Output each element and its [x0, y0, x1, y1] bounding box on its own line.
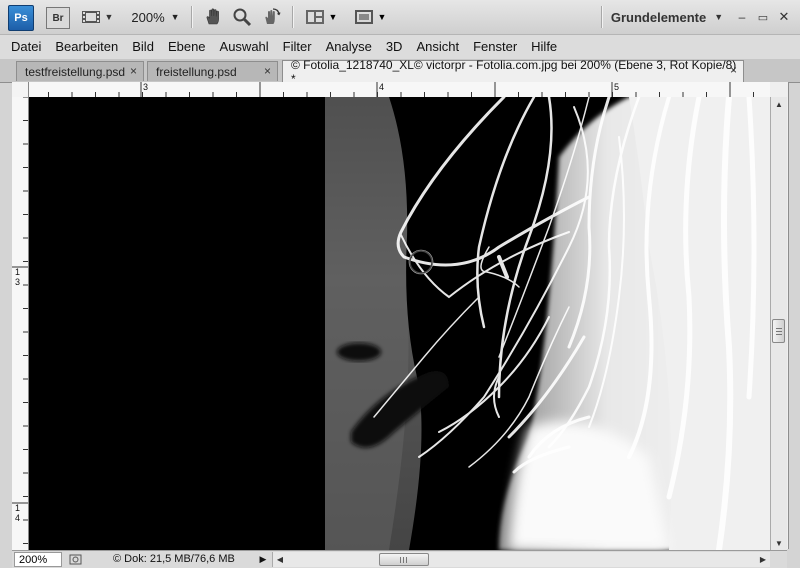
- resize-grip[interactable]: [770, 552, 786, 567]
- menu-auswahl[interactable]: Auswahl: [213, 35, 276, 59]
- chevron-down-icon: ▼: [714, 12, 724, 22]
- zoom-level-dropdown[interactable]: 200% ▼: [128, 8, 183, 26]
- chevron-down-icon[interactable]: ▼: [104, 9, 114, 25]
- ruler-ticks: [12, 97, 28, 544]
- toolbar-separator: [601, 6, 603, 28]
- menu-filter[interactable]: Filter: [276, 35, 319, 59]
- ruler-ticks: [48, 82, 754, 97]
- tab-label: freistellung.psd: [156, 64, 237, 79]
- hand-icon[interactable]: [202, 6, 224, 28]
- menu-ebene[interactable]: Ebene: [161, 35, 213, 59]
- horizontal-scroll-thumb[interactable]: [379, 553, 429, 566]
- tab-fotolia-active[interactable]: © Fotolia_1218740_XL© victorpr - Fotolia…: [282, 58, 744, 86]
- tab-freistellung[interactable]: freistellung.psd ×: [147, 61, 278, 81]
- menu-hilfe[interactable]: Hilfe: [524, 35, 564, 59]
- chevron-down-icon[interactable]: ▼: [328, 9, 338, 25]
- menu-3d[interactable]: 3D: [379, 35, 410, 59]
- document-tab-bar: testfreistellung.psd × freistellung.psd …: [0, 58, 800, 86]
- toolbar-separator: [292, 6, 294, 28]
- close-icon[interactable]: ×: [730, 63, 737, 77]
- vertical-scroll-thumb[interactable]: [772, 319, 785, 343]
- status-info-icon[interactable]: [67, 552, 83, 567]
- ruler-origin[interactable]: [12, 82, 29, 98]
- ruler-label: 1: [15, 267, 21, 277]
- application-bar: Ps Br ▼ 200% ▼ ▼ ▼ Grundelemente ▼ – ▭ ✕: [0, 0, 800, 35]
- scroll-up-icon[interactable]: ▲: [771, 97, 787, 111]
- toolbar-separator: [191, 6, 193, 28]
- arrange-documents-icon[interactable]: [304, 8, 326, 26]
- menu-analyse[interactable]: Analyse: [319, 35, 379, 59]
- image-canvas[interactable]: [29, 97, 770, 550]
- photoshop-logo[interactable]: Ps: [8, 5, 34, 31]
- vertical-scrollbar[interactable]: ▲ ▼: [770, 97, 787, 550]
- menu-datei[interactable]: Datei: [0, 35, 48, 59]
- tab-testfreistellung[interactable]: testfreistellung.psd ×: [16, 61, 144, 81]
- ruler-label: 4: [379, 82, 385, 92]
- magnifier-icon[interactable]: [231, 6, 253, 28]
- vertical-ruler[interactable]: 1 3 1 4: [12, 97, 29, 550]
- ruler-label: 3: [143, 82, 149, 92]
- workspace-name: Grundelemente: [610, 9, 707, 25]
- close-icon[interactable]: ×: [264, 64, 271, 78]
- ruler-label: 1: [15, 503, 21, 513]
- workspace-switcher[interactable]: Grundelemente ▼: [610, 8, 724, 26]
- screen-mode-icon[interactable]: [353, 8, 375, 26]
- scroll-down-icon[interactable]: ▼: [771, 536, 787, 550]
- menu-fenster[interactable]: Fenster: [466, 35, 524, 59]
- hair-photo-channel: [29, 97, 770, 550]
- close-button[interactable]: ✕: [776, 9, 792, 25]
- horizontal-ruler[interactable]: 3 4 5: [29, 82, 770, 98]
- film-strip-icon[interactable]: [80, 8, 102, 26]
- scroll-right-icon[interactable]: ▶: [756, 552, 770, 567]
- menu-bearbeiten[interactable]: Bearbeiten: [48, 35, 125, 59]
- zoom-level-value: 200%: [131, 9, 165, 25]
- menu-bild[interactable]: Bild: [125, 35, 161, 59]
- ruler-label: 4: [15, 513, 21, 523]
- status-menu-arrow-icon[interactable]: ▶: [256, 552, 270, 567]
- bridge-button[interactable]: Br: [46, 7, 70, 29]
- menu-bar: Datei Bearbeiten Bild Ebene Auswahl Filt…: [0, 35, 800, 59]
- horizontal-scrollbar[interactable]: ◀ ▶: [272, 552, 770, 567]
- minimize-button[interactable]: –: [734, 9, 750, 25]
- close-icon[interactable]: ×: [130, 64, 137, 78]
- menu-ansicht[interactable]: Ansicht: [409, 35, 466, 59]
- zoom-input[interactable]: 200%: [14, 552, 62, 567]
- status-bar: 200% © Dok: 21,5 MB/76,6 MB ▶ ◀ ▶: [12, 550, 787, 568]
- chevron-down-icon[interactable]: ▼: [377, 9, 387, 25]
- ruler-label: 3: [15, 277, 21, 287]
- ruler-label: 5: [614, 82, 620, 92]
- rotate-view-icon[interactable]: [260, 6, 282, 28]
- scroll-left-icon[interactable]: ◀: [273, 552, 287, 567]
- chevron-down-icon: ▼: [170, 12, 180, 22]
- document-size-info: © Dok: 21,5 MB/76,6 MB: [113, 553, 235, 565]
- tab-label: testfreistellung.psd: [25, 64, 126, 79]
- maximize-button[interactable]: ▭: [755, 9, 771, 25]
